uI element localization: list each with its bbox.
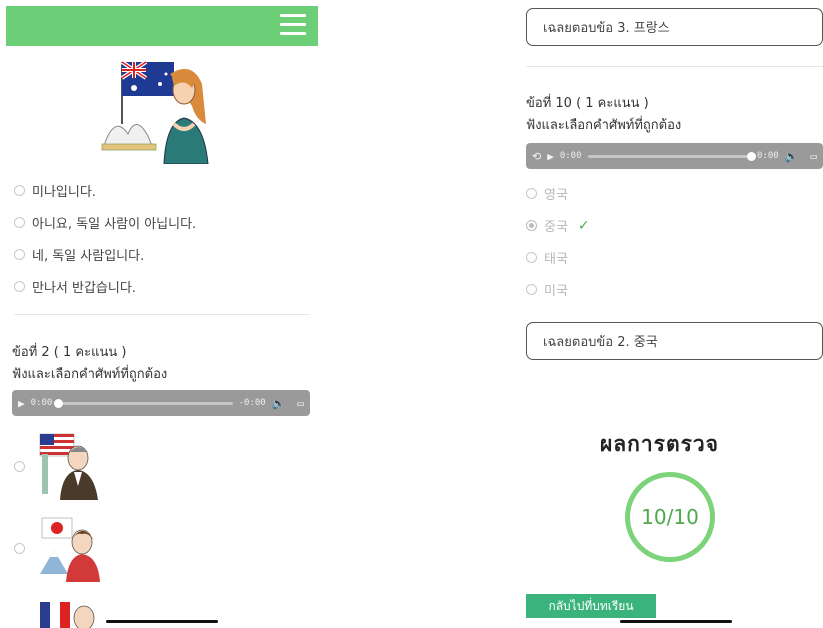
japan-woman-illustration[interactable] [38,512,102,582]
question-title: ข้อที่ 10 ( 1 คะแนน ) [526,96,649,111]
volume-icon[interactable]: 🔈 [272,397,286,410]
radio-button[interactable] [14,249,25,260]
result-title: ผลการตรวจ [600,432,719,456]
audio-duration: 0:00 [756,151,779,161]
radio-button[interactable] [526,284,537,295]
checkmark-icon: ✓ [577,217,590,234]
audio-progress-track[interactable] [587,151,756,161]
top-nav-bar [6,6,318,46]
replay-icon[interactable]: ⟲ [532,150,541,163]
play-icon[interactable]: ▶ [18,397,25,410]
play-icon[interactable]: ▶ [547,150,554,163]
option-label: 아니요, 독일 사람이 아닙니다. [32,217,197,232]
home-indicator [620,620,732,623]
radio-button-selected[interactable] [526,220,537,231]
audio-progress-track[interactable] [54,398,233,408]
section-divider [526,66,823,67]
audio-progress-knob[interactable] [54,398,64,408]
question-title: ข้อที่ 2 ( 1 คะแนน ) [12,345,127,360]
radio-button[interactable] [526,188,537,199]
audio-current-time: 0:00 [30,398,53,408]
audio-remaining-time: -0:00 [238,398,266,408]
answer-option-4[interactable]: 만나서 반갑습니다. [14,277,136,296]
option-label: 미나입니다. [32,185,96,200]
answer-option-4[interactable]: 미국 [526,280,568,299]
usa-man-illustration[interactable] [36,430,102,500]
question-instruction: ฟังและเลือกคำศัพท์ที่ถูกต้อง [526,118,682,133]
australia-woman-illustration [101,60,209,164]
answer-reveal-box: เฉลยตอบข้อ 3. 프랑스 [526,8,823,46]
question-instruction: ฟังและเลือกคำศัพท์ที่ถูกต้อง [12,367,168,382]
hamburger-icon[interactable] [280,14,306,38]
option-label: 중국 [544,220,568,235]
radio-button[interactable] [526,252,537,263]
option-label: 태국 [544,252,568,267]
audio-current-time: 0:00 [559,151,582,161]
answer-option-3[interactable]: 네, 독일 사람입니다. [14,245,144,264]
right-phone-screen: เฉลยตอบข้อ 3. 프랑스 ข้อที่ 10 ( 1 คะแนน ) … [510,0,823,628]
answer-option-1[interactable]: 영국 [526,184,568,203]
audio-player[interactable]: ▶ 0:00 -0:00 🔈 ▭ [12,390,310,416]
audio-progress-knob[interactable] [746,151,756,161]
france-flag-illustration[interactable] [38,598,102,628]
option-label: 만나서 반갑습니다. [32,281,136,296]
answer-option-2[interactable]: 아니요, 독일 사람이 아닙니다. [14,213,196,232]
home-indicator [106,620,218,623]
audio-player[interactable]: ⟲ ▶ 0:00 0:00 🔈 ▭ [526,143,823,169]
answer-option-2[interactable]: 중국 ✓ [526,216,590,235]
radio-button[interactable] [14,185,25,196]
back-to-lesson-button[interactable]: กลับไปที่บทเรียน [526,594,656,618]
image-option-radio-1[interactable] [14,461,25,472]
answer-option-1[interactable]: 미나입니다. [14,181,96,200]
volume-icon[interactable]: 🔈 [785,150,799,163]
left-phone-screen: 미나입니다. 아니요, 독일 사람이 아닙니다. 네, 독일 사람입니다. 만나… [0,0,330,628]
option-label: 영국 [544,188,568,203]
answer-option-3[interactable]: 태국 [526,248,568,267]
option-label: 미국 [544,284,568,299]
score-ring: 10/10 [625,472,715,562]
airplay-icon[interactable]: ▭ [810,150,817,163]
airplay-icon[interactable]: ▭ [297,397,304,410]
radio-button[interactable] [14,281,25,292]
section-divider [14,314,310,315]
option-label: 네, 독일 사람입니다. [32,249,145,264]
score-text: 10/10 [641,505,699,529]
image-option-radio-2[interactable] [14,543,25,554]
answer-reveal-box: เฉลยตอบข้อ 2. 중국 [526,322,823,360]
radio-button[interactable] [14,217,25,228]
